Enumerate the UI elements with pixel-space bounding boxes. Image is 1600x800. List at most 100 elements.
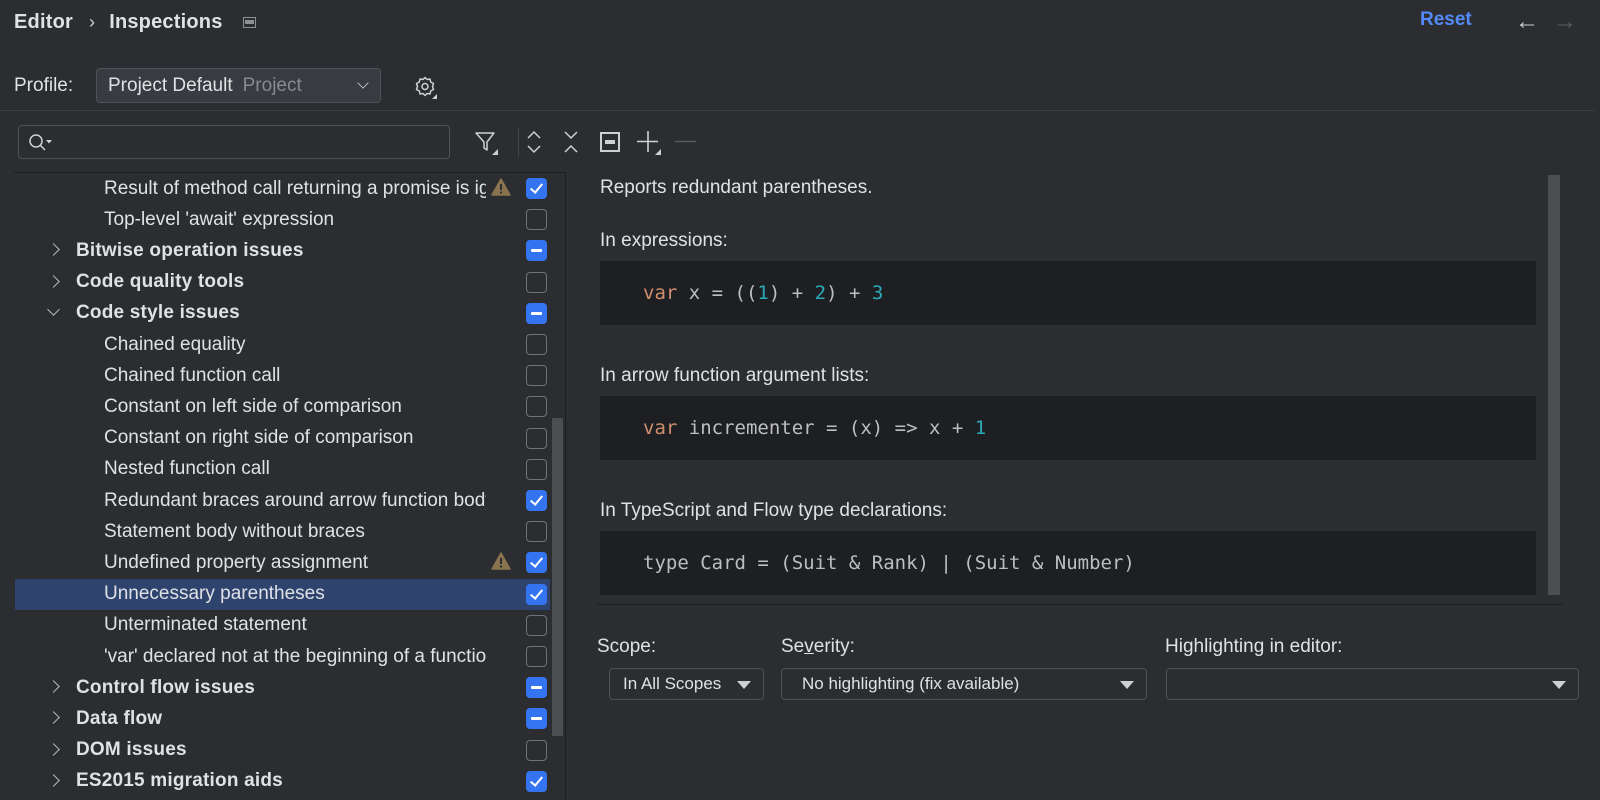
highlighting-dropdown[interactable] xyxy=(1166,668,1579,700)
header-divider xyxy=(0,110,1595,111)
code-token: ) + xyxy=(768,282,815,304)
tree-group-row[interactable]: Control flow issues xyxy=(15,672,550,703)
collapse-all-icon[interactable] xyxy=(557,128,585,156)
profile-selected-sub: Project xyxy=(242,74,302,96)
enable-checkbox[interactable] xyxy=(526,677,547,699)
tree-item-row[interactable]: Constant on right side of comparison xyxy=(15,423,550,454)
tree-row-label: Data flow xyxy=(76,707,163,729)
section-heading: In TypeScript and Flow type declarations… xyxy=(600,500,948,521)
expand-all-icon[interactable] xyxy=(520,128,548,156)
enable-checkbox[interactable] xyxy=(526,583,547,605)
code-token: x = (( xyxy=(677,282,758,304)
tree-item-row[interactable]: Statement body without braces xyxy=(15,516,550,547)
tree-row-label: Top-level 'await' expression xyxy=(104,208,335,230)
search-input[interactable] xyxy=(18,125,450,159)
tree-group-row[interactable]: ES2015 migration aids xyxy=(15,766,550,797)
chevron-right-icon[interactable] xyxy=(47,742,60,756)
tree-group-row[interactable]: Bitwise operation issues xyxy=(15,235,550,266)
severity-label-post: erity: xyxy=(813,636,855,657)
reset-to-default-icon[interactable] xyxy=(596,128,624,156)
filter-icon[interactable] xyxy=(472,128,500,156)
tree-row-label: Chained equality xyxy=(104,333,246,355)
enable-checkbox[interactable] xyxy=(526,427,547,449)
code-token: type Card = (Suit & Rank) | (Suit & Numb… xyxy=(643,552,1135,574)
enable-checkbox[interactable] xyxy=(526,521,547,543)
enable-checkbox[interactable] xyxy=(526,209,547,231)
tree-scrollbar[interactable] xyxy=(552,418,563,736)
tree-group-row[interactable]: Code style issues xyxy=(15,298,550,329)
search-field[interactable] xyxy=(59,130,439,154)
enable-checkbox[interactable] xyxy=(526,739,547,761)
tree-row-label: Unterminated statement xyxy=(104,614,307,636)
enable-checkbox[interactable] xyxy=(526,614,547,636)
scope-dropdown[interactable]: In All Scopes xyxy=(609,668,764,700)
tree-item-row[interactable]: Unterminated statement xyxy=(15,610,550,641)
enable-checkbox[interactable] xyxy=(526,552,547,574)
tree-item-row[interactable]: Result of method call returning a promis… xyxy=(15,173,550,204)
reset-link[interactable]: Reset xyxy=(1420,9,1472,31)
chevron-right-icon[interactable] xyxy=(47,274,60,288)
inspections-tree[interactable]: Result of method call returning a promis… xyxy=(14,172,566,800)
breadcrumb-editor[interactable]: Editor xyxy=(14,11,73,34)
tree-row-label: DOM issues xyxy=(76,739,187,761)
enable-checkbox[interactable] xyxy=(526,271,547,293)
forward-arrow-icon[interactable]: → xyxy=(1553,8,1577,36)
tree-item-row[interactable]: Chained function call xyxy=(15,360,550,391)
back-arrow-icon[interactable]: ← xyxy=(1515,8,1539,36)
tree-row-label: Chained function call xyxy=(104,364,281,386)
tree-row-label: Redundant braces around arrow function b… xyxy=(104,489,486,511)
enable-checkbox[interactable] xyxy=(526,770,547,792)
tree-group-row[interactable]: Code quality tools xyxy=(15,267,550,298)
profile-label: Profile: xyxy=(14,75,74,96)
enable-checkbox[interactable] xyxy=(526,334,547,355)
code-sample: var x = ((1) + 2) + 3 xyxy=(600,261,1536,325)
tree-item-row[interactable]: 'var' declared not at the beginning of a… xyxy=(15,641,550,672)
code-token: var xyxy=(643,417,678,439)
tree-row-label: Bitwise operation issues xyxy=(76,239,304,261)
project-level-icon xyxy=(242,16,256,28)
chevron-right-icon[interactable] xyxy=(47,773,60,787)
tree-group-row[interactable]: Data flow xyxy=(15,703,550,734)
search-icon[interactable] xyxy=(28,133,56,153)
severity-label-pre: Se xyxy=(781,636,805,657)
profile-dropdown[interactable]: Project Default Project xyxy=(96,68,381,103)
tree-item-row[interactable]: Top-level 'await' expression xyxy=(15,204,550,235)
tree-item-row[interactable]: Redundant braces around arrow function b… xyxy=(15,485,550,516)
tree-item-row[interactable]: Unnecessary parentheses xyxy=(15,578,550,610)
tree-item-row[interactable]: Chained equality xyxy=(15,329,550,360)
tree-item-row[interactable]: Undefined property assignment xyxy=(15,547,550,578)
chevron-right-icon[interactable] xyxy=(47,680,60,694)
chevron-right-icon[interactable] xyxy=(47,243,60,257)
tree-row-label: Unnecessary parentheses xyxy=(104,583,325,605)
chevron-down-icon[interactable] xyxy=(47,302,60,316)
enable-checkbox[interactable] xyxy=(526,646,547,667)
enable-checkbox[interactable] xyxy=(526,458,547,480)
enable-checkbox[interactable] xyxy=(526,240,547,262)
description-divider xyxy=(597,604,1563,605)
breadcrumb-separator: › xyxy=(88,11,96,32)
remove-icon[interactable] xyxy=(672,128,700,156)
gear-icon[interactable] xyxy=(412,74,438,100)
tree-group-row[interactable]: DOM issues xyxy=(15,735,550,766)
enable-checkbox[interactable] xyxy=(526,708,547,730)
enable-checkbox[interactable] xyxy=(526,490,547,511)
code-token: ) + xyxy=(826,282,872,304)
code-sample: var incrementer = (x) => x + 1 xyxy=(600,396,1536,460)
code-token: 1 xyxy=(757,282,769,304)
highlighting-label: Highlighting in editor: xyxy=(1165,636,1343,657)
severity-dropdown[interactable]: No highlighting (fix available) xyxy=(781,668,1147,700)
code-token: incrementer = (x) => x + xyxy=(677,417,975,439)
severity-value: No highlighting (fix available) xyxy=(802,674,1020,693)
description-scrollbar[interactable] xyxy=(1548,175,1560,595)
enable-checkbox[interactable] xyxy=(526,396,547,418)
tree-item-row[interactable]: Constant on left side of comparison xyxy=(15,391,550,422)
add-icon[interactable] xyxy=(634,128,662,156)
enable-checkbox[interactable] xyxy=(526,302,547,324)
enable-checkbox[interactable] xyxy=(526,365,547,387)
section-heading: In arrow function argument lists: xyxy=(600,365,870,386)
code-sample: type Card = (Suit & Rank) | (Suit & Numb… xyxy=(600,531,1536,595)
tree-item-row[interactable]: Nested function call xyxy=(15,454,550,485)
chevron-right-icon[interactable] xyxy=(47,711,60,725)
enable-checkbox[interactable] xyxy=(526,178,547,199)
code-token: 2 xyxy=(814,282,827,304)
